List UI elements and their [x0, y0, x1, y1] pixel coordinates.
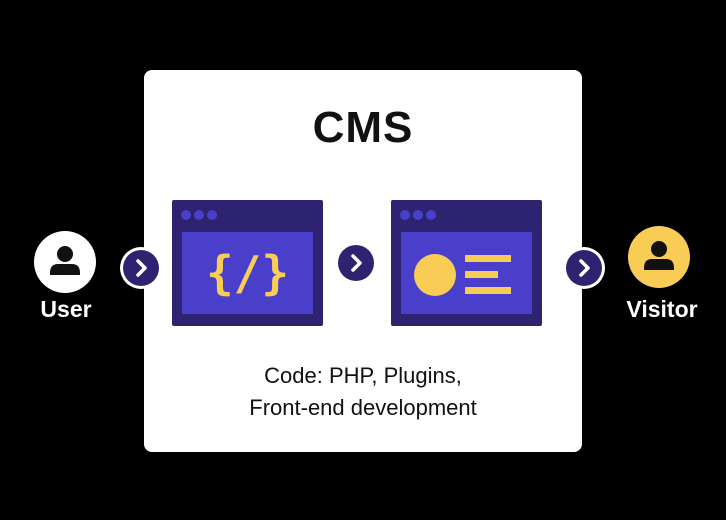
window-dot: [194, 210, 204, 220]
caption-line-2: Front-end development: [249, 395, 477, 420]
window-dot: [207, 210, 217, 220]
layout-icon: [414, 254, 511, 296]
window-dot: [426, 210, 436, 220]
code-window: {/}: [172, 200, 323, 326]
page-window-content: [401, 232, 532, 314]
person-icon: [644, 241, 674, 270]
user-label: User: [40, 296, 92, 322]
cms-title: CMS: [312, 103, 414, 152]
arrow-page-to-visitor: [566, 250, 602, 286]
page-window: [391, 200, 542, 326]
visitor-avatar: [628, 226, 690, 288]
caption-line-1: Code: PHP, Plugins,: [264, 363, 462, 388]
chevron-right-icon: [136, 259, 147, 277]
chevron-right-icon: [351, 254, 362, 272]
arrow-code-to-page: [338, 245, 374, 281]
code-window-content: {/}: [182, 232, 313, 314]
chevron-right-icon: [579, 259, 590, 277]
window-dot: [181, 210, 191, 220]
person-icon: [50, 246, 80, 275]
arrow-user-to-code: [123, 250, 159, 286]
visitor-label: Visitor: [626, 296, 698, 322]
user-avatar: [34, 231, 96, 293]
code-icon: {/}: [205, 246, 290, 300]
window-dot: [413, 210, 423, 220]
window-dot: [400, 210, 410, 220]
